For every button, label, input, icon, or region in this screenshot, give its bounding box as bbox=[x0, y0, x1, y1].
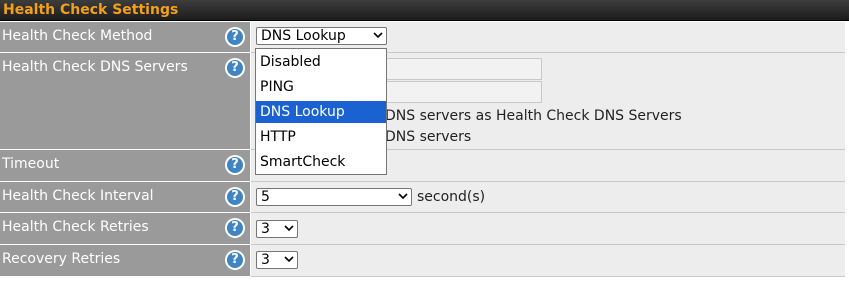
recovery-retries-select[interactable]: 3 bbox=[256, 251, 298, 269]
help-icon[interactable]: ? bbox=[225, 155, 245, 175]
question-icon: ? bbox=[227, 252, 243, 268]
health-check-method-value: DNS Lookup bbox=[261, 28, 346, 44]
dns-server-2-input[interactable] bbox=[381, 81, 542, 103]
health-check-settings-panel: Health Check Settings Health Check Metho… bbox=[0, 0, 849, 289]
row-health-check-interval: Health Check Interval ? 5 second(s) bbox=[0, 182, 849, 213]
health-check-interval-value: 5 bbox=[261, 189, 270, 205]
option-http[interactable]: HTTP bbox=[256, 126, 386, 148]
dns-server-1-input[interactable] bbox=[381, 58, 542, 80]
option-dns-lookup[interactable]: DNS Lookup bbox=[256, 101, 386, 123]
interval-unit: second(s) bbox=[417, 189, 486, 205]
option-smartcheck[interactable]: SmartCheck bbox=[256, 151, 386, 173]
health-check-retries-select[interactable]: 3 bbox=[256, 220, 298, 238]
value-cell: 3 bbox=[250, 245, 845, 277]
health-check-retries-value: 3 bbox=[261, 221, 270, 237]
recovery-retries-label: Recovery Retries bbox=[2, 251, 121, 267]
question-icon: ? bbox=[227, 29, 243, 45]
label-cell: Health Check DNS Servers ? bbox=[0, 53, 250, 150]
label-cell: Health Check Retries ? bbox=[0, 213, 250, 245]
label-cell: Recovery Retries ? bbox=[0, 245, 250, 277]
question-icon: ? bbox=[227, 189, 243, 205]
value-cell: 5 second(s) bbox=[250, 182, 845, 213]
chevron-down-icon bbox=[284, 223, 294, 233]
label-cell: Timeout ? bbox=[0, 150, 250, 182]
health-check-dns-servers-label: Health Check DNS Servers bbox=[2, 59, 188, 75]
chevron-down-icon bbox=[398, 191, 408, 201]
help-icon[interactable]: ? bbox=[225, 187, 245, 207]
row-recovery-retries: Recovery Retries ? 3 bbox=[0, 245, 849, 277]
health-check-interval-label: Health Check Interval bbox=[2, 188, 154, 204]
dns-option-1-text: DNS servers as Health Check DNS Servers bbox=[385, 108, 682, 124]
row-health-check-retries: Health Check Retries ? 3 bbox=[0, 213, 849, 245]
dns-option-2-text: DNS servers bbox=[385, 129, 472, 145]
row-health-check-method: Health Check Method ? DNS Lookup bbox=[0, 22, 849, 53]
question-icon: ? bbox=[227, 220, 243, 236]
label-cell: Health Check Interval ? bbox=[0, 182, 250, 213]
health-check-method-select[interactable]: DNS Lookup bbox=[256, 27, 387, 45]
section-title: Health Check Settings bbox=[3, 2, 179, 18]
option-ping[interactable]: PING bbox=[256, 76, 386, 98]
question-icon: ? bbox=[227, 157, 243, 173]
label-cell: Health Check Method ? bbox=[0, 22, 250, 53]
section-header: Health Check Settings bbox=[0, 0, 849, 21]
health-check-method-label: Health Check Method bbox=[2, 28, 153, 44]
row-timeout: Timeout ? bbox=[0, 150, 849, 182]
health-check-interval-select[interactable]: 5 bbox=[256, 188, 412, 206]
health-check-retries-label: Health Check Retries bbox=[2, 219, 149, 235]
chevron-down-icon bbox=[284, 254, 294, 264]
timeout-label: Timeout bbox=[2, 156, 60, 172]
help-icon[interactable]: ? bbox=[225, 58, 245, 78]
option-disabled[interactable]: Disabled bbox=[256, 51, 386, 73]
help-icon[interactable]: ? bbox=[225, 218, 245, 238]
help-icon[interactable]: ? bbox=[225, 27, 245, 47]
health-check-method-dropdown: Disabled PING DNS Lookup HTTP SmartCheck bbox=[255, 48, 387, 175]
chevron-down-icon bbox=[373, 30, 383, 40]
question-icon: ? bbox=[227, 60, 243, 76]
row-health-check-dns-servers: Health Check DNS Servers ? DNS servers a… bbox=[0, 53, 849, 150]
recovery-retries-value: 3 bbox=[261, 252, 270, 268]
value-cell: 3 bbox=[250, 213, 845, 245]
help-icon[interactable]: ? bbox=[225, 250, 245, 270]
